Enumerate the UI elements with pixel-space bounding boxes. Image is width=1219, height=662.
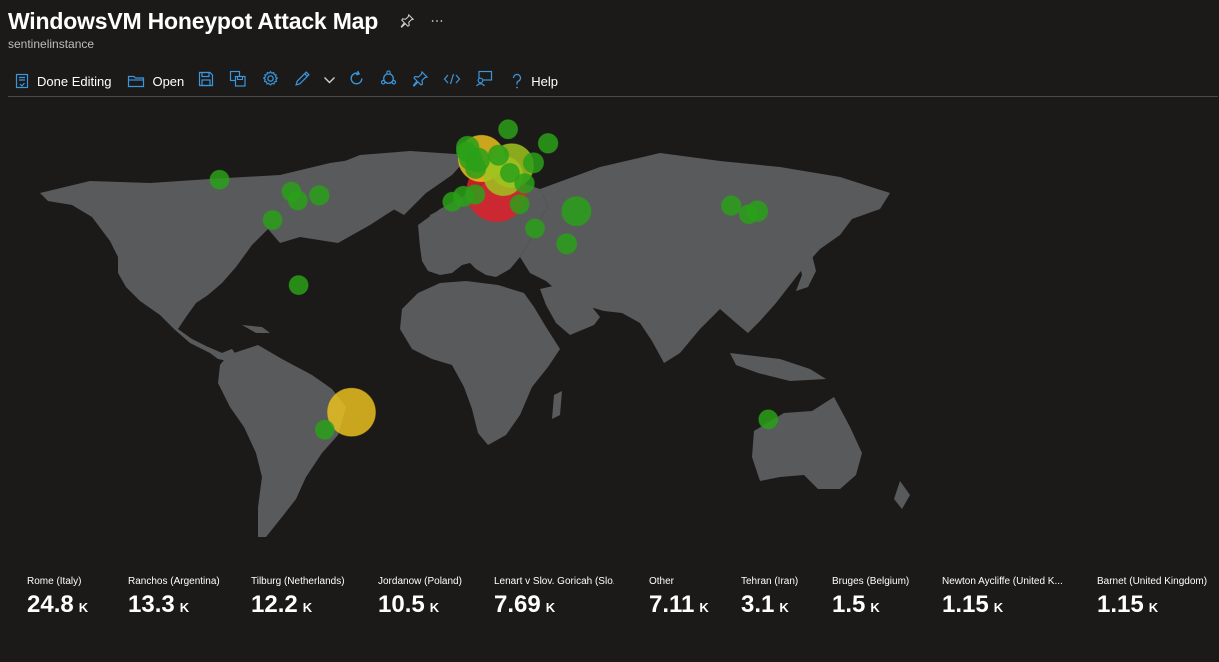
attack-marker[interactable] [262, 210, 283, 230]
attack-marker[interactable] [287, 190, 308, 211]
world-map[interactable] [0, 97, 1219, 557]
tile-value: 7.69 [494, 591, 541, 618]
toolbar: Done Editing Open Help [8, 66, 1218, 97]
north-america [40, 157, 420, 359]
tile-newton-aycliffe[interactable]: Newton Aycliffe (United K... 1.15 K [942, 576, 1062, 619]
help-icon [510, 73, 524, 90]
pin-icon [412, 70, 429, 92]
settings-button[interactable] [254, 67, 286, 95]
tile-unit: K [429, 600, 440, 615]
feedback-button[interactable] [468, 67, 500, 95]
tile-value: 7.11 [649, 591, 695, 618]
pencil-icon [294, 70, 311, 92]
attack-marker[interactable] [309, 185, 330, 206]
done-editing-button[interactable]: Done Editing [8, 67, 117, 95]
tile-unit: K [779, 600, 789, 615]
tile-lenart[interactable]: Lenart v Slov. Goricah (Slo... 7.69 K [494, 576, 614, 619]
attack-marker[interactable] [522, 152, 545, 174]
attack-marker[interactable] [464, 184, 486, 205]
open-label: Open [152, 73, 185, 89]
refresh-icon [348, 70, 365, 92]
attack-marker[interactable] [499, 162, 520, 183]
attack-marker[interactable] [721, 195, 742, 216]
attack-marker[interactable] [556, 233, 578, 255]
attack-marker[interactable] [498, 119, 519, 140]
tile-value: 12.2 [251, 591, 298, 618]
madagascar [552, 391, 562, 419]
attack-marker[interactable] [561, 196, 592, 227]
subtitle: sentinelinstance [8, 37, 95, 51]
new-zealand [894, 481, 910, 509]
tile-unit: K [993, 600, 1004, 615]
pin-icon[interactable] [400, 14, 415, 28]
folder-icon [127, 73, 145, 89]
ellipsis-icon[interactable] [430, 14, 444, 28]
tile-unit: K [179, 600, 190, 615]
attack-marker[interactable] [456, 141, 477, 162]
tile-value: 3.1 [741, 591, 775, 618]
tile-value: 13.3 [128, 591, 175, 618]
tile-unit: K [699, 600, 709, 615]
attack-marker[interactable] [758, 409, 779, 430]
top-locations-tiles: Rome (Italy) 24.8 K Ranchos (Argentina) 1… [0, 576, 1219, 636]
tile-label: Barnet (United Kingdom) [1097, 576, 1208, 587]
attack-marker[interactable] [487, 144, 510, 166]
save-button[interactable] [190, 67, 222, 95]
tile-unit: K [78, 600, 89, 615]
southeast-asia-islands [730, 353, 826, 381]
refresh-button[interactable] [340, 67, 372, 95]
tile-unit: K [870, 600, 880, 615]
edit-doc-icon [14, 73, 30, 89]
save-as-icon [229, 70, 247, 92]
attack-map[interactable] [0, 97, 1219, 557]
code-button[interactable] [436, 67, 468, 95]
tile-label: Lenart v Slov. Goricah (Slo... [494, 576, 614, 587]
tile-value: 1.15 [1097, 591, 1144, 618]
feedback-icon [475, 70, 493, 92]
south-america [218, 345, 346, 537]
help-button[interactable]: Help [504, 67, 564, 95]
tile-unit: K [545, 600, 556, 615]
save-icon [198, 71, 214, 92]
settings-icon [262, 70, 279, 92]
africa [400, 281, 560, 445]
tile-value: 24.8 [27, 591, 74, 618]
pin-button[interactable] [404, 67, 436, 95]
tile-value: 1.5 [832, 591, 866, 618]
done-editing-label: Done Editing [37, 73, 112, 89]
help-label: Help [531, 73, 559, 89]
attack-marker[interactable] [442, 191, 463, 212]
attack-marker[interactable] [525, 218, 545, 239]
tile-unit: K [1148, 600, 1159, 615]
tile-label: Newton Aycliffe (United K... [942, 576, 1062, 587]
open-button[interactable]: Open [121, 67, 190, 95]
edit-dropdown-button[interactable] [318, 67, 340, 95]
workbook-icon [380, 70, 397, 92]
title-actions [400, 14, 444, 28]
attack-marker[interactable] [209, 169, 230, 190]
attack-marker[interactable] [288, 275, 309, 296]
save-as-button[interactable] [222, 67, 254, 95]
edit-button[interactable] [286, 67, 318, 95]
attack-marker[interactable] [314, 419, 335, 440]
attack-marker[interactable] [537, 133, 559, 154]
attack-marker[interactable] [509, 194, 530, 215]
caribbean [242, 325, 270, 333]
attack-marker[interactable] [738, 204, 759, 225]
attack-marker[interactable] [327, 387, 376, 437]
tile-barnet[interactable]: Barnet (United Kingdom) 1.15 K [1097, 576, 1215, 619]
header: WindowsVM Honeypot Attack Map [8, 6, 444, 36]
tile-value: 1.15 [942, 591, 989, 618]
tile-value: 10.5 [378, 591, 425, 618]
code-icon [443, 71, 461, 92]
chevron-down-icon [323, 72, 336, 90]
tile-unit: K [302, 600, 313, 615]
page-title: WindowsVM Honeypot Attack Map [8, 7, 379, 34]
workbook-button[interactable] [372, 67, 404, 95]
